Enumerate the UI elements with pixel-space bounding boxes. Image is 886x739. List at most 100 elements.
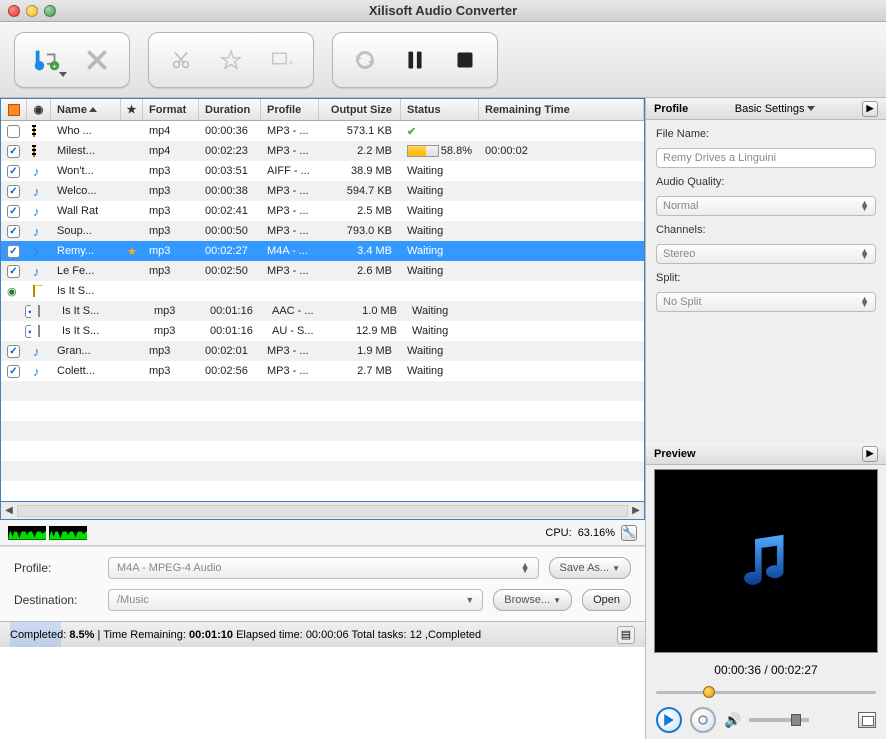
table-row[interactable]: ♪Colett...mp300:02:56MP3 - ...2.7 MBWait… — [1, 361, 644, 381]
cpu-value: 63.16% — [578, 527, 615, 539]
row-checkbox[interactable] — [25, 325, 32, 338]
row-status-text: Waiting — [407, 165, 443, 177]
profile-label: Profile: — [14, 561, 98, 575]
dropdown-icon: ▼ — [465, 595, 474, 605]
preview-display — [654, 469, 878, 653]
column-star[interactable]: ★ — [121, 99, 143, 120]
column-name[interactable]: Name — [51, 99, 121, 120]
column-duration[interactable]: Duration — [199, 99, 261, 120]
table-row[interactable]: Is It S...mp300:01:16AAC - ...1.0 MBWait… — [1, 301, 644, 321]
dropdown-icon — [59, 72, 67, 77]
expand-profile-button[interactable]: ▶ — [862, 101, 878, 117]
column-check[interactable] — [1, 99, 27, 120]
titlebar: Xilisoft Audio Converter — [0, 0, 886, 22]
scroll-right-icon[interactable]: ▶ — [628, 505, 644, 516]
row-checkbox[interactable] — [7, 165, 20, 178]
status-bar: Completed: 8.5% | Time Remaining: 00:01:… — [0, 621, 645, 647]
snapshot-button[interactable] — [858, 712, 876, 728]
play-button[interactable] — [656, 707, 682, 733]
table-row[interactable]: Who ...mp400:00:36MP3 - ...573.1 KB✔ — [1, 121, 644, 141]
table-row[interactable]: ♪Welco...mp300:00:38MP3 - ...594.7 KBWai… — [1, 181, 644, 201]
table-row-empty — [1, 381, 644, 401]
row-name: Is It S... — [56, 325, 126, 337]
row-name: Is It S... — [51, 285, 121, 297]
table-body[interactable]: Who ...mp400:00:36MP3 - ...573.1 KB✔Mile… — [1, 121, 644, 501]
row-name: Welco... — [51, 185, 121, 197]
pause-button[interactable] — [393, 39, 437, 81]
sidebar: Profile Basic Settings ▶ File Name: Audi… — [646, 98, 886, 739]
row-name: Soup... — [51, 225, 121, 237]
table-row-empty — [1, 441, 644, 461]
table-row[interactable]: ♪Soup...mp300:00:50MP3 - ...793.0 KBWait… — [1, 221, 644, 241]
row-status-text: Waiting — [407, 345, 443, 357]
volume-slider[interactable] — [749, 718, 809, 722]
destination-select[interactable]: /Music ▼ — [108, 589, 483, 611]
row-progress — [407, 145, 439, 157]
table-row[interactable]: ♪Wall Ratmp300:02:41MP3 - ...2.5 MBWaiti… — [1, 201, 644, 221]
preview-panel-header: Preview ▶ — [646, 443, 886, 465]
row-name: Won't... — [51, 165, 121, 177]
browse-button[interactable]: Browse...▼ — [493, 589, 572, 611]
column-format[interactable]: Format — [143, 99, 199, 120]
row-checkbox[interactable] — [7, 125, 20, 138]
file-name-label: File Name: — [656, 128, 876, 140]
table-row[interactable]: ♪Remy...★mp300:02:27M4A - ...3.4 MBWaiti… — [1, 241, 644, 261]
column-icon[interactable]: ◉ — [27, 99, 51, 120]
stop-button[interactable] — [443, 39, 487, 81]
audio-quality-select[interactable]: Normal▲▼ — [656, 196, 876, 216]
open-button[interactable]: Open — [582, 589, 631, 611]
scroll-left-icon[interactable]: ◀ — [1, 505, 17, 516]
row-checkbox[interactable] — [7, 205, 20, 218]
table-row[interactable]: ♪Le Fe...mp300:02:50MP3 - ...2.6 MBWaiti… — [1, 261, 644, 281]
expand-preview-button[interactable]: ▶ — [862, 446, 878, 462]
cpu-settings-button[interactable]: 🔧 — [621, 525, 637, 541]
stop-preview-button[interactable] — [690, 707, 716, 733]
row-checkbox[interactable] — [7, 145, 20, 158]
table-row[interactable]: Is It S...mp300:01:16AU - S...12.9 MBWai… — [1, 321, 644, 341]
disc-icon: ◉ — [7, 286, 17, 298]
row-checkbox[interactable] — [7, 265, 20, 278]
row-status-text: Waiting — [407, 245, 443, 257]
table-row-empty — [1, 401, 644, 421]
row-status-text: Waiting — [407, 205, 443, 217]
column-profile[interactable]: Profile — [261, 99, 319, 120]
row-status-text: Waiting — [412, 305, 448, 317]
row-name: Milest... — [51, 145, 121, 157]
row-checkbox[interactable] — [7, 185, 20, 198]
add-profile-button[interactable]: + — [259, 39, 303, 81]
basic-settings-dropdown[interactable]: Basic Settings — [735, 103, 816, 115]
row-checkbox[interactable] — [7, 225, 20, 238]
row-checkbox[interactable] — [7, 345, 20, 358]
log-button[interactable]: ▤ — [617, 626, 635, 644]
column-remaining[interactable]: Remaining Time — [479, 99, 644, 120]
svg-text:+: + — [289, 58, 294, 68]
refresh-button[interactable] — [343, 39, 387, 81]
save-as-button[interactable]: Save As...▼ — [549, 557, 631, 579]
row-status-text: Waiting — [407, 265, 443, 277]
row-name: Colett... — [51, 365, 121, 377]
column-output-size[interactable]: Output Size — [319, 99, 401, 120]
cpu-graph — [8, 526, 87, 540]
row-status-text: Waiting — [407, 225, 443, 237]
clip-button[interactable] — [159, 39, 203, 81]
table-row[interactable]: ◉ Is It S... — [1, 281, 644, 301]
table-row[interactable]: ♪Gran...mp300:02:01MP3 - ...1.9 MBWaitin… — [1, 341, 644, 361]
row-checkbox[interactable] — [7, 245, 20, 258]
row-status-text: Waiting — [407, 185, 443, 197]
row-checkbox[interactable] — [7, 365, 20, 378]
table-row[interactable]: Milest...mp400:02:23MP3 - ...2.2 MB58.8%… — [1, 141, 644, 161]
preview-seek-slider[interactable] — [656, 683, 876, 701]
split-select[interactable]: No Split▲▼ — [656, 292, 876, 312]
channels-select[interactable]: Stereo▲▼ — [656, 244, 876, 264]
file-name-input[interactable] — [656, 148, 876, 168]
effects-button[interactable] — [209, 39, 253, 81]
remove-button[interactable] — [75, 39, 119, 81]
table-row[interactable]: ♪Won't...mp300:03:51AIFF - ...38.9 MBWai… — [1, 161, 644, 181]
profile-panel-header: Profile Basic Settings ▶ — [646, 98, 886, 120]
volume-icon: 🔊 — [724, 712, 741, 729]
horizontal-scrollbar[interactable]: ◀ ▶ — [0, 502, 645, 520]
add-file-button[interactable]: + — [25, 39, 69, 81]
row-checkbox[interactable] — [25, 305, 32, 318]
column-status[interactable]: Status — [401, 99, 479, 120]
profile-select[interactable]: M4A - MPEG-4 Audio ▲▼ — [108, 557, 539, 579]
